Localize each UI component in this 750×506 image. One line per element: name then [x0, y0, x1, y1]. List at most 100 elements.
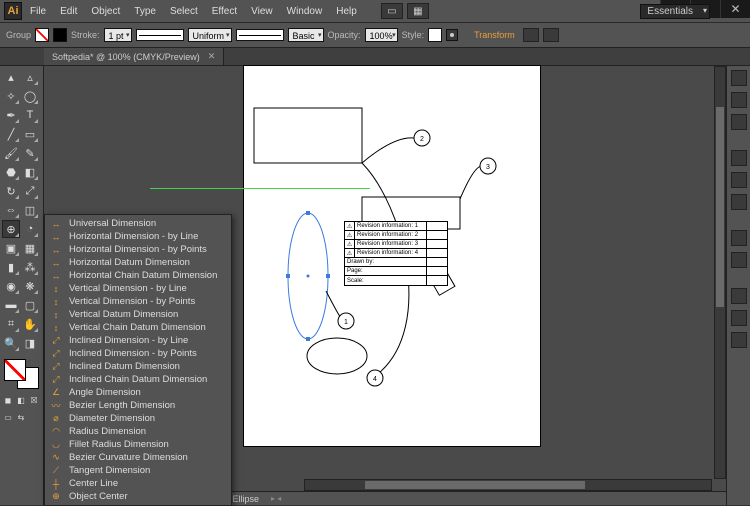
flyout-item[interactable]: ∿Bezier Curvature Dimension: [45, 451, 231, 464]
flyout-item[interactable]: ∠Angle Dimension: [45, 386, 231, 399]
fill-swatch[interactable]: [35, 28, 49, 42]
width-profile-select[interactable]: Uniform: [188, 28, 232, 42]
menu-type[interactable]: Type: [128, 4, 162, 19]
stroke-profile[interactable]: [136, 29, 184, 41]
flyout-item[interactable]: ◡Fillet Radius Dimension: [45, 438, 231, 451]
screen-mode-switch[interactable]: ⇆: [15, 411, 27, 423]
scale-tool[interactable]: ⤢: [21, 182, 39, 200]
flyout-item[interactable]: ↕Vertical Datum Dimension: [45, 308, 231, 321]
flyout-item[interactable]: ⤢Inclined Dimension - by Points: [45, 347, 231, 360]
flyout-item[interactable]: ⊕Object Center: [45, 490, 231, 503]
transform-link[interactable]: Transform: [474, 30, 515, 40]
flyout-item[interactable]: ⟋Tangent Dimension: [45, 464, 231, 477]
menu-file[interactable]: File: [24, 4, 52, 19]
panel-icon-i[interactable]: [731, 288, 747, 304]
flyout-item[interactable]: ↔Universal Dimension: [45, 217, 231, 230]
panel-icon-g[interactable]: [731, 230, 747, 246]
free-transform-tool[interactable]: ◫: [21, 201, 39, 219]
hand-tool[interactable]: ✋: [21, 315, 39, 333]
pen-tool[interactable]: ✒: [2, 106, 20, 124]
panel-icon-k[interactable]: [731, 332, 747, 348]
eraser-tool[interactable]: ◧: [21, 163, 39, 181]
flyout-item[interactable]: ⤢Inclined Dimension - by Line: [45, 334, 231, 347]
flyout-item[interactable]: ⌀Diameter Dimension: [45, 412, 231, 425]
menu-edit[interactable]: Edit: [54, 4, 83, 19]
direct-selection-tool[interactable]: ▵: [21, 68, 39, 86]
perspective-tool[interactable]: ▣: [2, 239, 20, 257]
flyout-item[interactable]: ↔Horizontal Chain Datum Dimension: [45, 269, 231, 282]
graph-tool[interactable]: ▬: [2, 296, 20, 314]
align-panel-icon[interactable]: [523, 28, 539, 42]
menu-object[interactable]: Object: [85, 4, 126, 19]
gradient-tool[interactable]: ▮: [2, 258, 20, 276]
rotate-tool[interactable]: ↻: [2, 182, 20, 200]
menu-view[interactable]: View: [245, 4, 279, 19]
flyout-item[interactable]: ↔Horizontal Datum Dimension: [45, 256, 231, 269]
artboard-tool[interactable]: ▢: [21, 296, 39, 314]
color-mode-none[interactable]: ☒: [28, 394, 40, 406]
panel-icon-c[interactable]: [731, 114, 747, 130]
graphic-style-swatch[interactable]: [428, 28, 442, 42]
menu-select[interactable]: Select: [164, 4, 204, 19]
stroke-weight-field[interactable]: 1 pt: [104, 28, 132, 42]
transform-panel-icon[interactable]: [543, 28, 559, 42]
panel-icon-d[interactable]: [731, 150, 747, 166]
document-tab[interactable]: Softpedia* @ 100% (CMYK/Preview) ✕: [44, 48, 224, 65]
selection-tool[interactable]: ▴: [2, 68, 20, 86]
brush-select[interactable]: Basic: [288, 28, 324, 42]
vertical-scrollbar[interactable]: [714, 66, 726, 479]
blend-tool[interactable]: ◉: [2, 277, 20, 295]
artboard[interactable]: 2 3 1 4 ⚠Revision information: 1 ⚠Revisi…: [244, 66, 540, 446]
panel-icon-h[interactable]: [731, 252, 747, 268]
stroke-swatch[interactable]: [53, 28, 67, 42]
menu-effect[interactable]: Effect: [206, 4, 243, 19]
flyout-item[interactable]: ↕Vertical Dimension - by Points: [45, 295, 231, 308]
type-tool[interactable]: T: [21, 106, 39, 124]
symbol-sprayer-tool[interactable]: ❋: [21, 277, 39, 295]
color-mode-gradient[interactable]: ◧: [15, 394, 27, 406]
magic-wand-tool[interactable]: ✧: [2, 87, 20, 105]
shape-builder-tool[interactable]: ◔: [21, 220, 39, 238]
flyout-item[interactable]: ⤢Inclined Chain Datum Dimension: [45, 373, 231, 386]
flyout-item[interactable]: ↔Horizontal Dimension - by Line: [45, 230, 231, 243]
flyout-item[interactable]: ◠Radius Dimension: [45, 425, 231, 438]
arrange-icon[interactable]: ▦: [407, 3, 429, 19]
opacity-field[interactable]: 100%: [365, 28, 398, 42]
mesh-tool[interactable]: ▦: [21, 239, 39, 257]
horizontal-scrollbar[interactable]: [304, 479, 712, 491]
paintbrush-tool[interactable]: 🖌: [2, 144, 20, 162]
panel-icon-b[interactable]: [731, 92, 747, 108]
slice-tool[interactable]: ⌗: [2, 315, 20, 333]
workspace-selector[interactable]: Essentials: [640, 4, 710, 19]
pencil-tool[interactable]: ✎: [21, 144, 39, 162]
close-tab-icon[interactable]: ✕: [208, 51, 216, 62]
brush-definition[interactable]: [236, 29, 284, 41]
color-mode-solid[interactable]: ◼: [2, 394, 14, 406]
flyout-item[interactable]: ┼Center Line: [45, 477, 231, 490]
layout-icon[interactable]: ▭: [381, 3, 403, 19]
lasso-tool[interactable]: ◯: [21, 87, 39, 105]
panel-icon-f[interactable]: [731, 194, 747, 210]
panel-icon-e[interactable]: [731, 172, 747, 188]
status-nav-icon[interactable]: ▸ ◂: [271, 494, 281, 503]
fill-color-box[interactable]: [4, 359, 26, 381]
window-close-button[interactable]: ✕: [720, 0, 750, 18]
cad-dimension-tool[interactable]: ⊕: [2, 220, 20, 238]
flyout-item[interactable]: ↔Horizontal Dimension - by Points: [45, 243, 231, 256]
flyout-item[interactable]: ⤢Inclined Datum Dimension: [45, 360, 231, 373]
line-tool[interactable]: ╱: [2, 125, 20, 143]
menu-window[interactable]: Window: [281, 4, 329, 19]
recolor-button[interactable]: [446, 29, 458, 41]
panel-icon-a[interactable]: [731, 70, 747, 86]
menu-help[interactable]: Help: [330, 4, 363, 19]
rectangle-tool[interactable]: ▭: [21, 125, 39, 143]
zoom-tool[interactable]: 🔍: [2, 334, 20, 352]
width-tool[interactable]: ⇔: [2, 201, 20, 219]
flyout-item[interactable]: ↕Vertical Dimension - by Line: [45, 282, 231, 295]
blob-brush-tool[interactable]: ⬣: [2, 163, 20, 181]
extra-tool-a[interactable]: ◨: [21, 334, 39, 352]
panel-icon-j[interactable]: [731, 310, 747, 326]
flyout-item[interactable]: ↕Vertical Chain Datum Dimension: [45, 321, 231, 334]
fill-stroke-well[interactable]: [2, 357, 41, 391]
flyout-item[interactable]: 〰Bezier Length Dimension: [45, 399, 231, 412]
